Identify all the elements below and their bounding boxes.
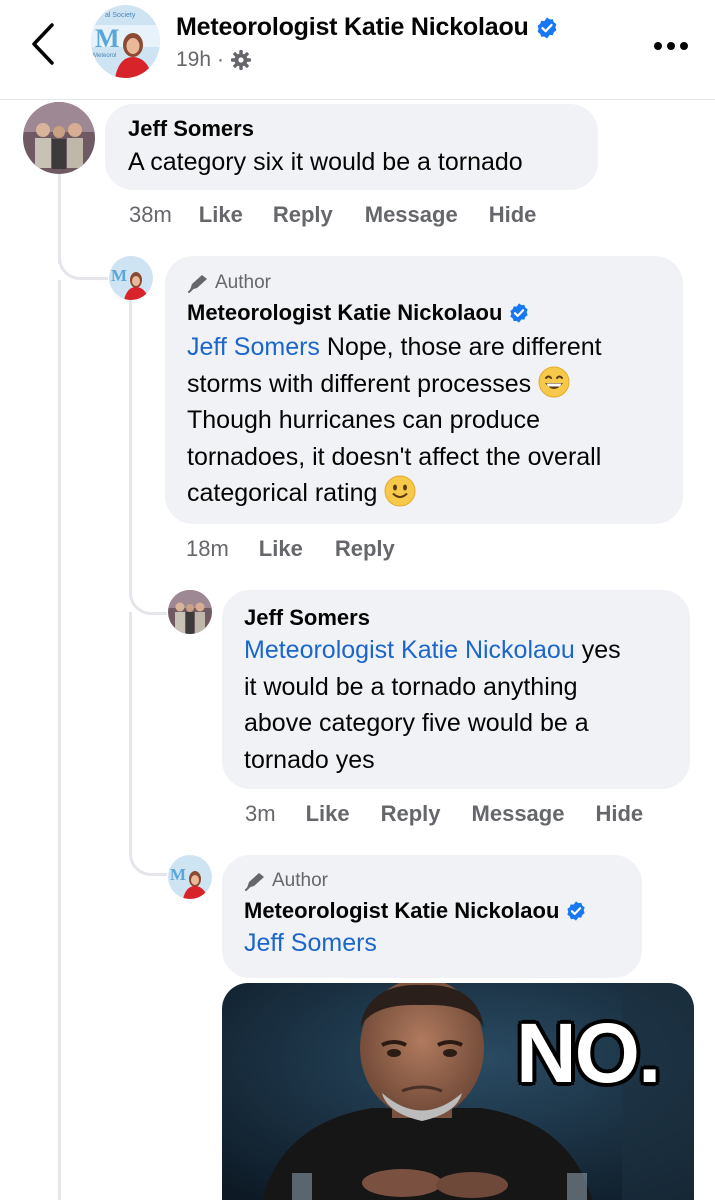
meta-separator: · bbox=[217, 48, 225, 71]
comment-text: Jeff Somers bbox=[244, 925, 642, 962]
comment-actions: 38m Like Reply Message Hide bbox=[129, 202, 536, 228]
comment-actions: 3m Like Reply Message Hide bbox=[245, 801, 643, 827]
post-time: 19h bbox=[176, 48, 212, 71]
meme-image[interactable]: NO. bbox=[222, 983, 694, 1200]
avatar-logo-letter: M bbox=[170, 865, 186, 884]
like-button[interactable]: Like bbox=[306, 801, 350, 827]
comment-author[interactable]: Jeff Somers bbox=[128, 116, 598, 142]
comment-author-name[interactable]: Meteorologist Katie Nickolaou bbox=[244, 898, 559, 924]
commenter-avatar[interactable]: M bbox=[168, 855, 212, 899]
comment-line: yes bbox=[581, 636, 621, 664]
verified-badge-icon bbox=[537, 17, 556, 38]
post-meta: 19h · bbox=[176, 48, 252, 72]
avatar-logo-letter: M bbox=[95, 24, 120, 53]
reply-button[interactable]: Reply bbox=[335, 536, 395, 562]
like-button[interactable]: Like bbox=[199, 202, 243, 228]
comment-line: above category five would be a bbox=[244, 709, 589, 737]
header-author-name-text[interactable]: Meteorologist Katie Nickolaou bbox=[176, 13, 529, 42]
comment-time[interactable]: 3m bbox=[245, 801, 276, 827]
comment-bubble: Jeff Somers Meteorologist Katie Nickolao… bbox=[222, 590, 690, 789]
mention-link[interactable]: Meteorologist Katie Nickolaou bbox=[244, 636, 575, 664]
settings-gear-icon bbox=[231, 50, 252, 70]
comment-line: Nope, those are different bbox=[326, 333, 602, 361]
avatar-logo-subtext2: Meteorol bbox=[93, 53, 116, 59]
comment-bubble: Author Meteorologist Katie Nickolaou Jef… bbox=[222, 855, 642, 978]
hide-button[interactable]: Hide bbox=[489, 202, 537, 228]
author-avatar[interactable]: M al Society Meteorol bbox=[91, 5, 160, 78]
pencil-icon bbox=[245, 873, 264, 891]
comment-text: Jeff Somers Nope, those are different st… bbox=[187, 329, 683, 512]
comment-line: tornado yes bbox=[244, 745, 375, 774]
comment-author[interactable]: Meteorologist Katie Nickolaou bbox=[187, 300, 683, 326]
message-button[interactable]: Message bbox=[365, 202, 458, 228]
like-button[interactable]: Like bbox=[259, 536, 303, 562]
commenter-avatar[interactable]: M bbox=[109, 256, 153, 300]
comment-text: A category six it would be a tornado bbox=[128, 148, 523, 176]
comment-text: Meteorologist Katie Nickolaou yes it wou… bbox=[244, 632, 690, 778]
author-tag-label: Author bbox=[272, 870, 328, 891]
more-dots-icon[interactable] bbox=[653, 38, 689, 50]
message-button[interactable]: Message bbox=[472, 801, 565, 827]
comment-time[interactable]: 38m bbox=[129, 202, 172, 228]
mention-link[interactable]: Jeff Somers bbox=[187, 333, 320, 361]
commenter-avatar[interactable] bbox=[23, 102, 95, 174]
header-author-name[interactable]: Meteorologist Katie Nickolaou bbox=[176, 13, 559, 42]
mention-link[interactable]: Jeff Somers bbox=[244, 929, 377, 957]
comment-author[interactable]: Meteorologist Katie Nickolaou bbox=[244, 898, 642, 924]
thread-line bbox=[129, 300, 132, 580]
grinning-face-emoji-icon bbox=[538, 366, 570, 397]
comment-line: categorical rating bbox=[187, 479, 378, 507]
author-tag: Author bbox=[244, 870, 642, 892]
thread-connector bbox=[58, 240, 108, 280]
comment-actions: 18m Like Reply bbox=[186, 536, 395, 562]
thread-connector bbox=[129, 830, 167, 876]
thread-line bbox=[129, 612, 132, 832]
comment-line: storms with different processes bbox=[187, 369, 532, 398]
comment-line: tornadoes, it doesn't affect the overall bbox=[187, 442, 602, 471]
comment-line: it would be a tornado anything bbox=[244, 672, 578, 701]
back-chevron-icon[interactable] bbox=[28, 22, 58, 66]
comment-author-name[interactable]: Meteorologist Katie Nickolaou bbox=[187, 300, 502, 326]
comment-time[interactable]: 18m bbox=[186, 536, 229, 562]
reply-button[interactable]: Reply bbox=[381, 801, 441, 827]
post-header: M al Society Meteorol Meteorologist Kati… bbox=[0, 0, 715, 100]
avatar-logo-subtext: al Society bbox=[105, 12, 136, 19]
thread-line bbox=[58, 280, 61, 1200]
verified-badge-icon bbox=[510, 303, 529, 323]
comment-line: Though hurricanes can produce bbox=[187, 406, 541, 434]
verified-badge-icon bbox=[567, 901, 586, 921]
comment-bubble: Author Meteorologist Katie Nickolaou Jef… bbox=[165, 256, 683, 524]
slightly-smiling-face-emoji-icon bbox=[384, 475, 416, 507]
thread-connector bbox=[129, 575, 167, 615]
comment-bubble: Jeff Somers A category six it would be a… bbox=[105, 104, 598, 190]
author-tag: Author bbox=[187, 272, 683, 294]
reply-button[interactable]: Reply bbox=[273, 202, 333, 228]
comment-author[interactable]: Jeff Somers bbox=[244, 605, 690, 631]
hide-button[interactable]: Hide bbox=[595, 801, 643, 827]
author-tag-label: Author bbox=[215, 272, 271, 293]
avatar-logo-letter: M bbox=[111, 266, 127, 285]
meme-caption: NO. bbox=[516, 1006, 661, 1100]
pencil-icon bbox=[188, 275, 207, 293]
commenter-avatar[interactable] bbox=[168, 590, 212, 634]
